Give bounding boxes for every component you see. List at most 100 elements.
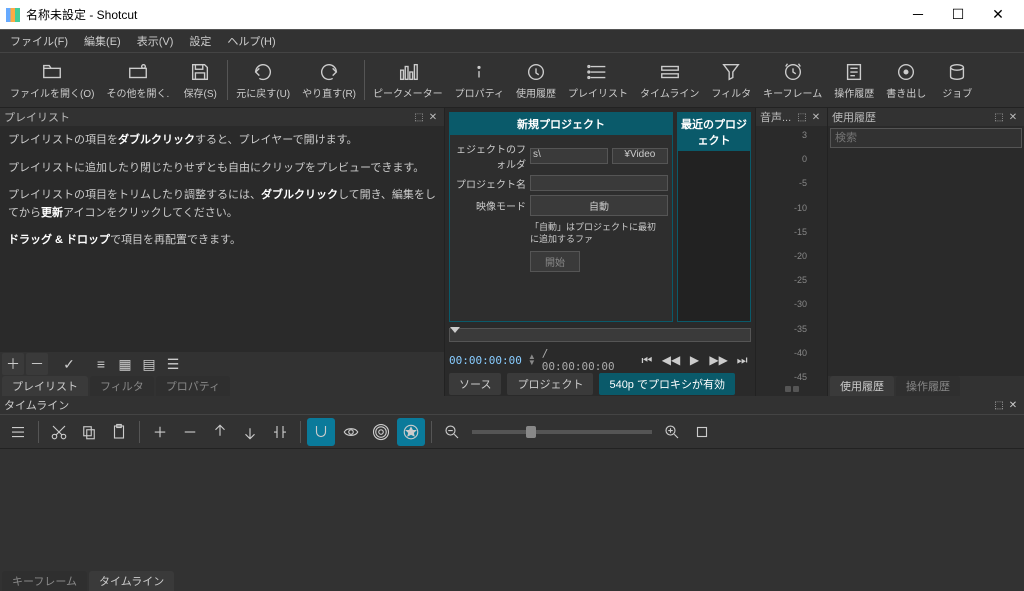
append-button[interactable] bbox=[146, 418, 174, 446]
player-tab-project[interactable]: プロジェクト bbox=[507, 373, 593, 395]
export-button[interactable]: 書き出し bbox=[880, 59, 932, 102]
tab-operation-history[interactable]: 操作履歴 bbox=[896, 376, 960, 396]
skip-start-button[interactable]: ⏮ bbox=[638, 353, 656, 368]
playlist-grid-view-button[interactable]: ▦ bbox=[114, 353, 136, 375]
middle-area: プレイリスト ⬚ ✕ プレイリストの項目をダブルクリックすると、プレイヤーで開け… bbox=[0, 108, 1024, 396]
copy-button[interactable] bbox=[75, 418, 103, 446]
playlist-table-view-button[interactable]: ▤ bbox=[138, 353, 160, 375]
timecode-spinner[interactable]: ▲▼ bbox=[528, 354, 536, 366]
save-button[interactable]: 保存(S) bbox=[175, 59, 225, 102]
timeline-close-icon[interactable]: ✕ bbox=[1006, 400, 1020, 411]
playlist-close-icon[interactable]: ✕ bbox=[426, 112, 440, 123]
zoom-slider[interactable] bbox=[472, 430, 652, 434]
timeline-pin-icon[interactable]: ⬚ bbox=[992, 400, 1006, 411]
playlist-button[interactable]: プレイリスト bbox=[562, 59, 634, 102]
audio-header: 音声... ⬚ ✕ bbox=[756, 108, 827, 126]
menu-settings[interactable]: 設定 bbox=[183, 31, 217, 51]
ripple-button[interactable] bbox=[367, 418, 395, 446]
tab-keyframes[interactable]: キーフレーム bbox=[2, 571, 87, 591]
folder-browse-button[interactable]: ¥Video bbox=[612, 148, 668, 164]
new-project-box: 新規プロジェクト ェジェクトのフォルダ s\ ¥Video プロジェクト名 映像… bbox=[449, 112, 673, 322]
new-project-title: 新規プロジェクト bbox=[450, 113, 672, 135]
playlist-add-button[interactable]: ＋ bbox=[2, 353, 24, 375]
history-header: 使用履歴 ⬚ ✕ bbox=[828, 108, 1024, 126]
folder-label: ェジェクトのフォルダ bbox=[454, 141, 526, 171]
tab-usage-history[interactable]: 使用履歴 bbox=[830, 376, 894, 396]
main-toolbar: ファイルを開く(O) その他を開く. 保存(S) 元に戻す(U) やり直す(R)… bbox=[0, 52, 1024, 108]
undo-button[interactable]: 元に戻す(U) bbox=[230, 59, 296, 102]
scrub-audio-button[interactable] bbox=[337, 418, 365, 446]
menu-help[interactable]: ヘルプ(H) bbox=[221, 31, 281, 51]
timecode-current[interactable]: 00:00:00:00 bbox=[449, 354, 522, 367]
player-tab-proxy[interactable]: 540p でプロキシが有効 bbox=[599, 373, 735, 395]
maximize-button[interactable]: ☐ bbox=[938, 6, 978, 23]
operation-history-button[interactable]: 操作履歴 bbox=[828, 59, 880, 102]
project-name-input[interactable] bbox=[530, 175, 668, 191]
zoom-fit-button[interactable] bbox=[688, 418, 716, 446]
open-other-button[interactable]: その他を開く. bbox=[100, 59, 175, 102]
playlist-list-view-button[interactable]: ≡ bbox=[90, 353, 112, 375]
minimize-button[interactable]: － bbox=[898, 5, 938, 25]
playlist-remove-button[interactable]: － bbox=[26, 353, 48, 375]
cut-button[interactable] bbox=[45, 418, 73, 446]
tab-filter[interactable]: フィルタ bbox=[90, 376, 154, 396]
history-tabs: 使用履歴 操作履歴 bbox=[828, 376, 1024, 396]
timeline-menu-button[interactable] bbox=[4, 418, 32, 446]
playlist-check-button[interactable]: ✓ bbox=[58, 353, 80, 375]
zoom-in-button[interactable] bbox=[658, 418, 686, 446]
player-panel: 新規プロジェクト ェジェクトのフォルダ s\ ¥Video プロジェクト名 映像… bbox=[445, 108, 755, 396]
audio-pin-icon[interactable]: ⬚ bbox=[795, 112, 809, 123]
playlist-pin-icon[interactable]: ⬚ bbox=[412, 112, 426, 123]
menu-file[interactable]: ファイル(F) bbox=[4, 31, 74, 51]
remove-button[interactable] bbox=[176, 418, 204, 446]
tab-property[interactable]: プロパティ bbox=[156, 376, 230, 396]
snap-button[interactable] bbox=[307, 418, 335, 446]
peak-meter-button[interactable]: ピークメーター bbox=[367, 59, 449, 102]
redo-button[interactable]: やり直す(R) bbox=[296, 59, 362, 102]
tab-playlist[interactable]: プレイリスト bbox=[2, 376, 88, 396]
play-button[interactable]: ▶ bbox=[686, 353, 704, 367]
folder-input[interactable]: s\ bbox=[530, 148, 608, 164]
timeline-track-area[interactable] bbox=[0, 448, 1024, 571]
tab-timeline[interactable]: タイムライン bbox=[89, 571, 174, 591]
project-panel: 新規プロジェクト ェジェクトのフォルダ s\ ¥Video プロジェクト名 映像… bbox=[445, 108, 755, 326]
properties-button[interactable]: プロパティ bbox=[449, 59, 510, 102]
history-list[interactable] bbox=[828, 150, 1024, 376]
recent-project-list[interactable] bbox=[678, 151, 750, 321]
skip-end-button[interactable]: ⏭ bbox=[733, 353, 751, 368]
scrub-bar[interactable] bbox=[445, 326, 755, 348]
keyframes-button[interactable]: キーフレーム bbox=[757, 59, 828, 102]
history-pin-icon[interactable]: ⬚ bbox=[992, 112, 1006, 123]
paste-button[interactable] bbox=[105, 418, 133, 446]
recent-project-box: 最近のプロジェクト bbox=[677, 112, 751, 322]
filter-button[interactable]: フィルタ bbox=[705, 59, 757, 102]
split-button[interactable] bbox=[266, 418, 294, 446]
player-tab-source[interactable]: ソース bbox=[449, 373, 501, 395]
timeline-header: タイムライン ⬚ ✕ bbox=[0, 396, 1024, 414]
audio-scale: 3 0 -5 -10 -15 -20 -25 -30 -35 -40 -45 bbox=[756, 126, 827, 386]
start-button[interactable]: 開始 bbox=[530, 251, 580, 272]
playlist-menu-button[interactable]: ☰ bbox=[162, 353, 184, 375]
usage-history-button[interactable]: 使用履歴 bbox=[510, 59, 562, 102]
overwrite-button[interactable] bbox=[236, 418, 264, 446]
ripple-all-button[interactable] bbox=[397, 418, 425, 446]
lift-button[interactable] bbox=[206, 418, 234, 446]
history-close-icon[interactable]: ✕ bbox=[1006, 112, 1020, 123]
playlist-panel: プレイリスト ⬚ ✕ プレイリストの項目をダブルクリックすると、プレイヤーで開け… bbox=[0, 108, 445, 396]
open-file-button[interactable]: ファイルを開く(O) bbox=[4, 59, 100, 102]
close-button[interactable]: ✕ bbox=[978, 6, 1018, 23]
history-title: 使用履歴 bbox=[832, 109, 876, 125]
video-mode-note: 「自動」はプロジェクトに最初に追加するファ bbox=[454, 220, 668, 247]
history-search-input[interactable] bbox=[831, 129, 1021, 147]
history-search[interactable] bbox=[830, 128, 1022, 148]
recent-project-title: 最近のプロジェクト bbox=[678, 113, 750, 151]
jobs-button[interactable]: ジョブ bbox=[932, 59, 982, 102]
rewind-button[interactable]: ◀◀ bbox=[662, 353, 680, 367]
zoom-out-button[interactable] bbox=[438, 418, 466, 446]
forward-button[interactable]: ▶▶ bbox=[709, 353, 727, 367]
menu-edit[interactable]: 編集(E) bbox=[78, 31, 127, 51]
timeline-button[interactable]: タイムライン bbox=[634, 59, 705, 102]
audio-close-icon[interactable]: ✕ bbox=[809, 112, 823, 123]
video-mode-button[interactable]: 自動 bbox=[530, 195, 668, 216]
menu-view[interactable]: 表示(V) bbox=[131, 31, 180, 51]
